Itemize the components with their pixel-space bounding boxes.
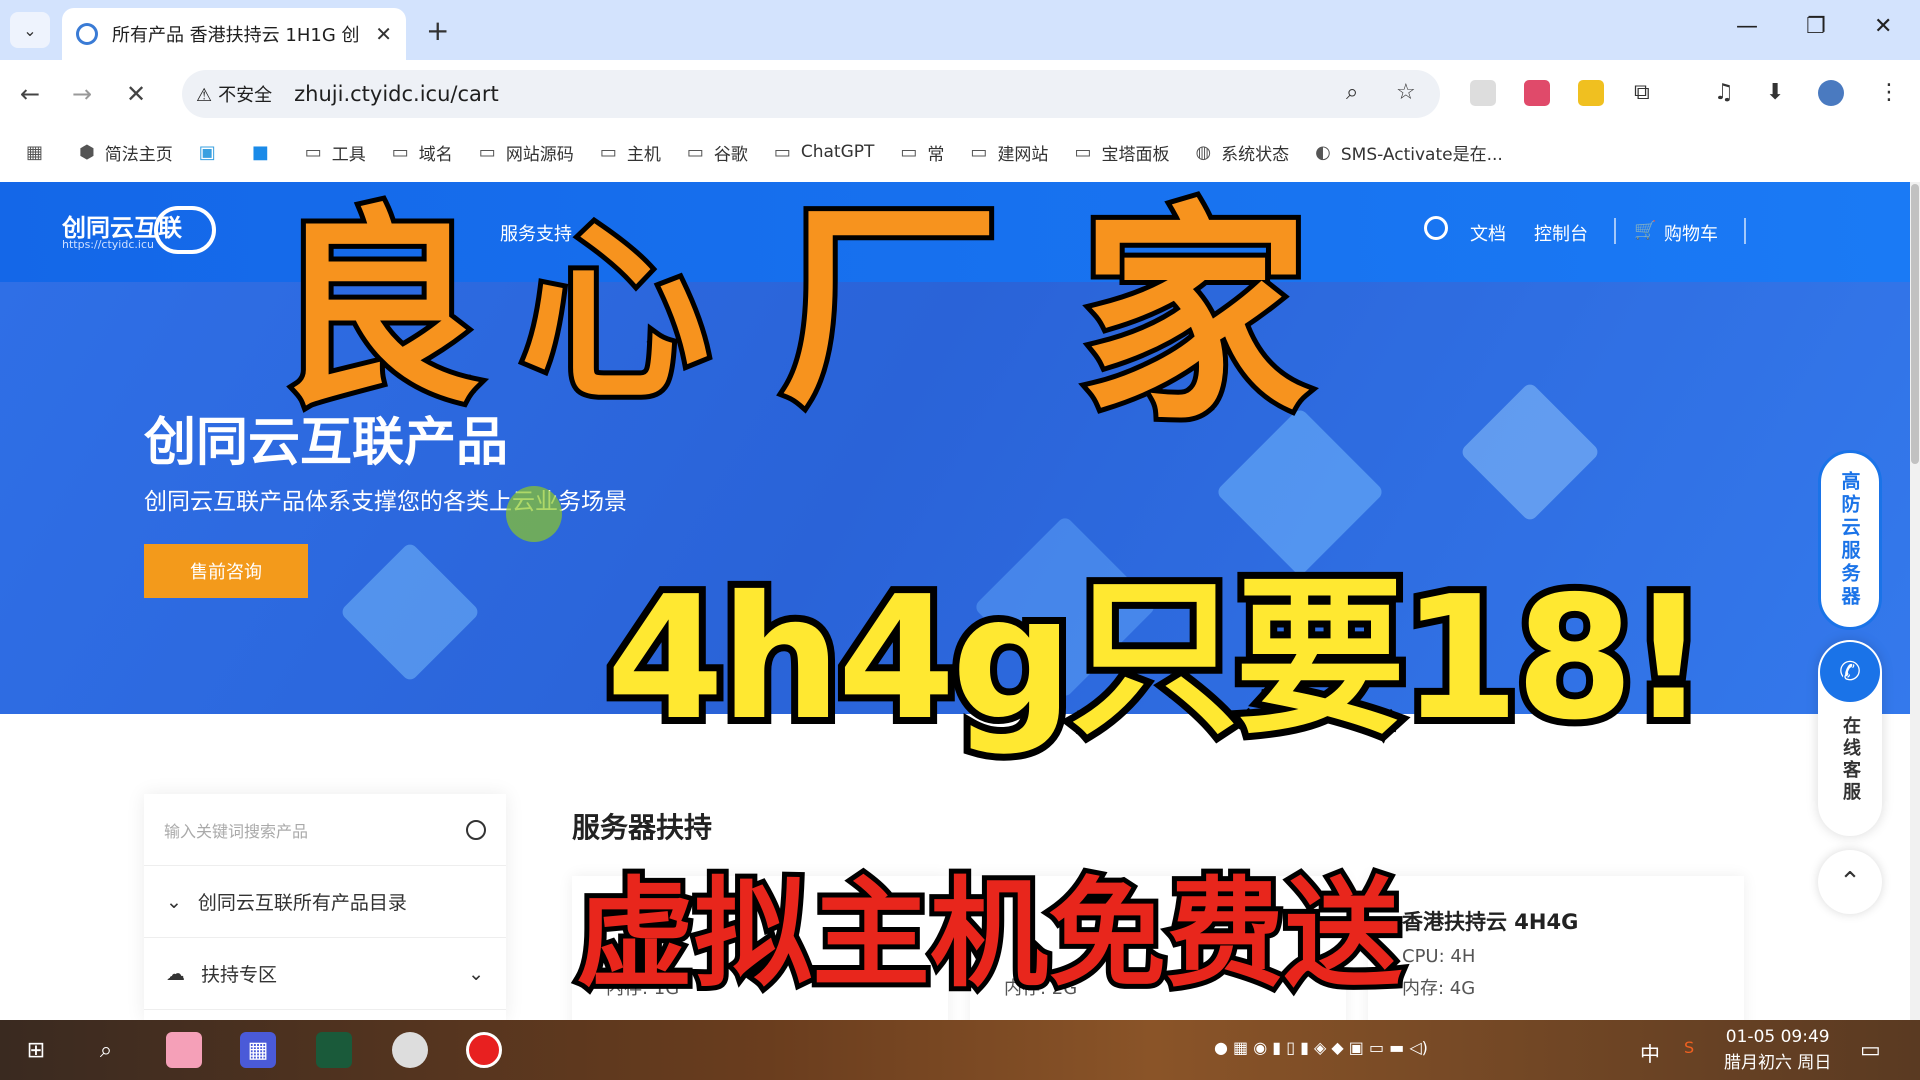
security-indicator[interactable]: ⚠ 不安全 — [196, 81, 272, 107]
chevron-down-icon: ⌄ — [468, 962, 484, 985]
chrome-icon[interactable] — [392, 1032, 428, 1068]
cloud-logo-icon[interactable] — [154, 206, 216, 254]
iso-server-graphic — [339, 541, 481, 683]
product-sidebar: 输入关键词搜索产品 ⌄ 创同云互联所有产品目录 ☁ 扶持专区 ⌄ — [144, 794, 506, 1020]
bookmark-item[interactable]: ▣ — [199, 142, 226, 163]
shield-app-icon[interactable] — [316, 1032, 352, 1068]
close-window-button[interactable]: ✕ — [1874, 14, 1892, 39]
taskbar — [0, 1020, 1920, 1080]
product-card[interactable]: 香港扶持云 4H4G CPU: 4H 内存: 4G — [1368, 876, 1744, 1020]
blue-app-icon: ■ — [251, 141, 269, 163]
bookmark-item[interactable]: ⬢ 简法主页 — [79, 140, 173, 165]
apps-grid-icon[interactable]: ▦ — [26, 142, 53, 163]
cloud-icon: ☁ — [166, 962, 185, 985]
divider — [1744, 218, 1746, 244]
profile-avatar[interactable] — [1818, 80, 1844, 106]
scrollbar-thumb[interactable] — [1911, 184, 1919, 464]
overlay-red-text: 虚拟主机免费送 — [571, 860, 1407, 1008]
overlay-char: 心 — [515, 199, 715, 430]
notification-icon[interactable]: ▭ — [1860, 1038, 1881, 1063]
site-favicon-icon — [76, 23, 98, 45]
overlay-char: 家 — [1075, 179, 1315, 456]
back-icon[interactable]: ← — [20, 80, 40, 108]
tab-bar: ⌄ 所有产品 香港扶持云 1H1G 创 ✕ + — ❐ ✕ — [0, 0, 1920, 60]
overlay-promo-text: 4h4g只要18! — [599, 553, 1714, 765]
sidebar-item-support-zone[interactable]: ☁ 扶持专区 ⌄ — [144, 938, 506, 1010]
download-icon[interactable]: ⬇ — [1766, 80, 1784, 105]
search-icon[interactable] — [466, 819, 486, 840]
media-control-icon[interactable]: ♫ — [1714, 80, 1734, 105]
menu-dots-icon[interactable]: ⋮ — [1878, 80, 1900, 105]
new-tab-button[interactable]: + — [426, 14, 449, 47]
overlay-char: 厂 — [775, 175, 1005, 441]
presales-consult-button[interactable]: 售前咨询 — [144, 544, 308, 598]
online-service-button[interactable]: ✆ 在线客服 — [1818, 640, 1882, 836]
extension-translate-icon[interactable] — [1524, 80, 1550, 106]
sms-icon: ◐ — [1315, 141, 1331, 163]
search-icon[interactable]: ⌕ — [88, 1032, 124, 1068]
search-icon[interactable] — [1424, 216, 1448, 240]
double-chevron-down-icon: ⌄ — [166, 890, 182, 913]
extension-cat-icon[interactable] — [1470, 80, 1496, 106]
mouse-cursor-highlight — [506, 486, 562, 542]
high-defense-server-button[interactable]: 高防云服务器 — [1818, 450, 1882, 630]
back-to-top-button[interactable]: ⌃ — [1818, 850, 1882, 914]
nav-docs[interactable]: 文档 — [1470, 220, 1506, 246]
sidebar-item-all-products[interactable]: ⌄ 创同云互联所有产品目录 — [144, 866, 506, 938]
minimize-button[interactable]: — — [1736, 14, 1758, 39]
url-text[interactable]: zhuji.ctyidc.icu/cart — [294, 82, 499, 106]
tray-icons[interactable]: ● ▦ ◉ ▮ ▯ ▮ ◈ ◆ ▣ ▭ ▬ ◁) — [1214, 1038, 1428, 1057]
bilibili-icon: ▣ — [198, 141, 216, 163]
bookmark-item[interactable]: ◐ SMS-Activate是在... — [1315, 140, 1503, 165]
bilibili-app-icon[interactable] — [166, 1032, 202, 1068]
windows-start-icon[interactable]: ⊞ — [18, 1032, 54, 1068]
sogou-ime-icon[interactable]: S — [1684, 1038, 1694, 1057]
nav-cart[interactable]: 购物车 — [1664, 220, 1718, 246]
zoom-icon[interactable]: ⌕ — [1346, 80, 1358, 105]
address-bar[interactable]: ⚠ 不安全 zhuji.ctyidc.icu/cart — [182, 70, 1440, 118]
cart-icon[interactable]: 🛒 — [1634, 220, 1656, 241]
forward-icon[interactable]: → — [72, 80, 92, 108]
tab-close-icon[interactable]: ✕ — [375, 22, 392, 46]
restore-button[interactable]: ❐ — [1806, 14, 1826, 39]
extension-animal-icon[interactable] — [1578, 80, 1604, 106]
stop-loading-icon[interactable]: ✕ — [126, 80, 146, 108]
ime-indicator[interactable]: 中 — [1640, 1038, 1660, 1067]
product-name: 香港扶持云 4H4G — [1402, 910, 1579, 934]
warning-icon: ⚠ — [196, 85, 213, 106]
iso-server-graphic — [1459, 381, 1601, 523]
site-logo-url: https://ctyidc.icu — [62, 238, 154, 251]
widgets-app-icon[interactable]: ▦ — [240, 1032, 276, 1068]
product-search-input[interactable]: 输入关键词搜索产品 — [144, 794, 506, 866]
record-icon[interactable] — [466, 1032, 502, 1068]
nav-console[interactable]: 控制台 — [1534, 220, 1588, 246]
active-tab[interactable]: 所有产品 香港扶持云 1H1G 创 ✕ — [62, 8, 406, 60]
phone-icon: ✆ — [1820, 642, 1880, 702]
taskbar-clock[interactable]: 01-05 09:49 腊月初六 周日 — [1724, 1024, 1831, 1076]
bookmark-star-icon[interactable]: ☆ — [1396, 80, 1416, 105]
tab-title: 所有产品 香港扶持云 1H1G 创 — [111, 25, 360, 46]
divider — [1614, 218, 1616, 244]
black-hex-icon: ⬢ — [79, 141, 95, 163]
tab-search-button[interactable]: ⌄ — [10, 12, 50, 48]
overlay-char: 良 — [267, 183, 487, 438]
extensions-puzzle-icon[interactable]: ⧉ — [1634, 80, 1650, 105]
